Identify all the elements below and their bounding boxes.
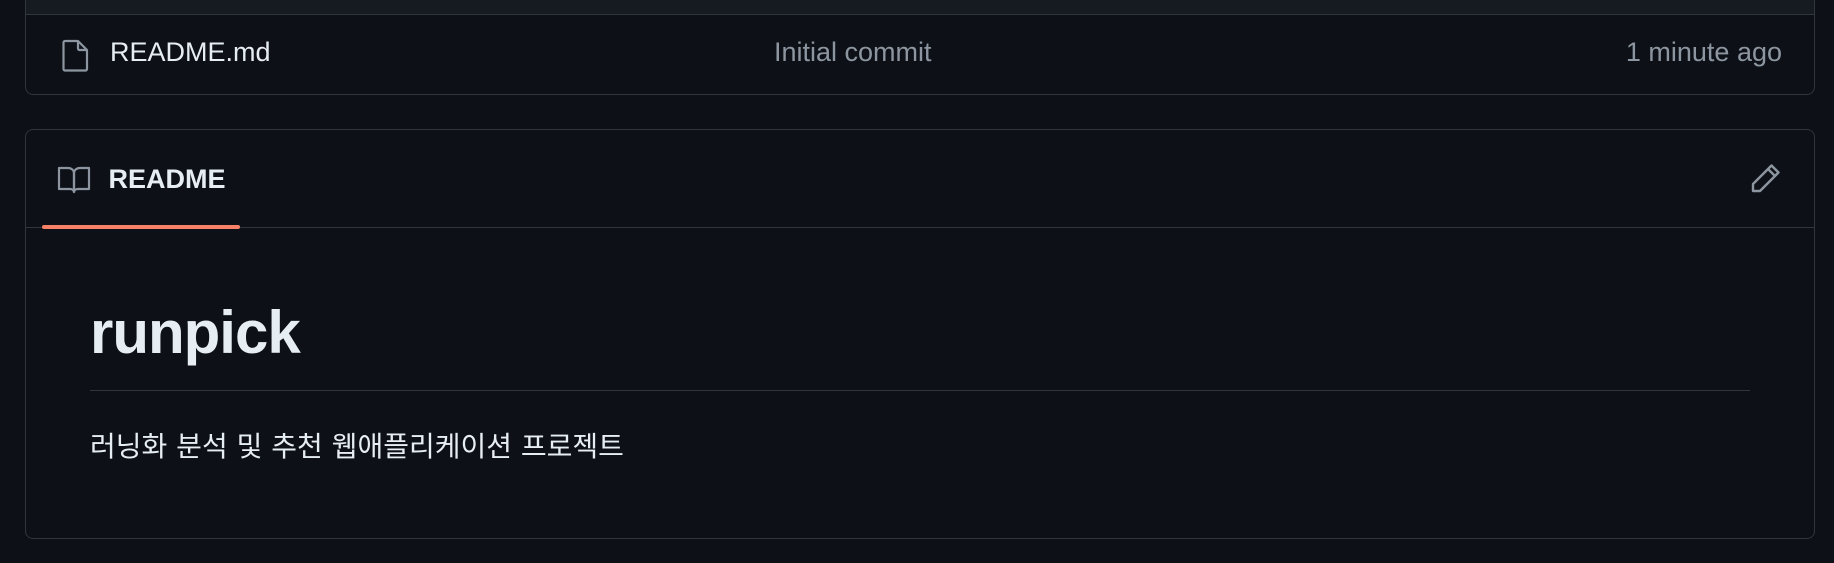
heading-divider xyxy=(90,390,1750,391)
file-name-link[interactable]: README.md xyxy=(110,37,271,68)
readme-description: 러닝화 분석 및 추천 웹애플리케이션 프로젝트 xyxy=(90,430,624,463)
book-icon xyxy=(57,166,91,194)
active-tab-indicator xyxy=(42,225,240,229)
pencil-icon[interactable] xyxy=(1748,160,1784,196)
tab-readme-label: README xyxy=(108,164,226,194)
commit-time: 1 minute ago xyxy=(1625,37,1782,67)
readme-title: runpick xyxy=(90,299,301,366)
tab-readme[interactable]: README xyxy=(42,130,240,229)
readme-header: README xyxy=(26,130,1814,229)
readme-panel: README runpick 러닝화 분석 및 추천 웹애플리케이션 프로젝트 xyxy=(25,129,1815,539)
file-icon xyxy=(62,39,89,72)
commit-message-link[interactable]: Initial commit xyxy=(774,37,932,68)
file-list-header xyxy=(26,0,1814,15)
file-list: README.md Initial commit 1 minute ago xyxy=(25,0,1815,95)
file-row[interactable]: README.md Initial commit 1 minute ago xyxy=(26,15,1814,94)
